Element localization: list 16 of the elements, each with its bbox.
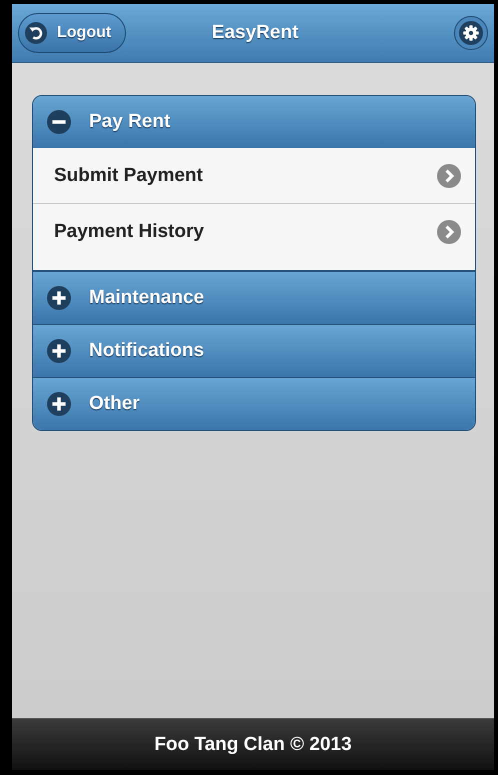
chevron-icon [437,164,461,188]
section-header[interactable]: Pay Rent [33,96,475,148]
minus-icon [47,110,71,134]
section-header[interactable]: Notifications [33,324,475,377]
settings-icon [459,21,483,45]
chevron-icon [437,220,461,244]
app-title: EasyRent [212,22,298,44]
logout-button[interactable]: Logout [18,13,126,53]
plus-icon [47,339,71,363]
footer-text: Foo Tang Clan © 2013 [154,734,352,756]
plus-icon [47,392,71,416]
undo-icon [25,22,47,44]
section-header[interactable]: Maintenance [33,271,475,324]
section-header[interactable]: Other [33,377,475,430]
plus-icon [47,286,71,310]
settings-button[interactable] [454,16,488,50]
